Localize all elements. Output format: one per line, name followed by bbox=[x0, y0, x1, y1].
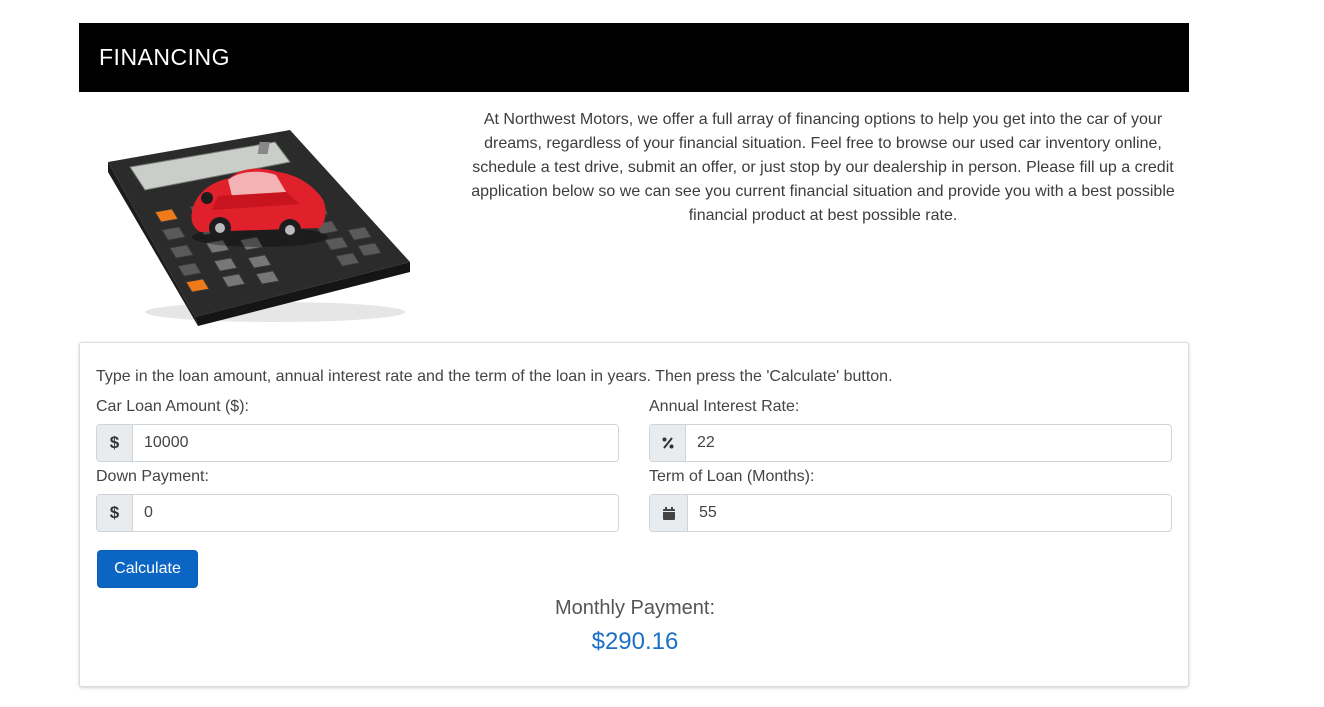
down-payment-label: Down Payment: bbox=[96, 468, 209, 485]
calculate-button[interactable]: Calculate bbox=[97, 550, 198, 588]
dollar-icon: $ bbox=[97, 425, 133, 461]
loan-amount-label: Car Loan Amount ($): bbox=[96, 398, 249, 415]
monthly-payment-label: Monthly Payment: bbox=[554, 597, 716, 619]
loan-amount-field: Car Loan Amount ($): $ bbox=[96, 398, 619, 462]
loan-term-label: Term of Loan (Months): bbox=[649, 468, 815, 485]
calculator-car-image bbox=[108, 130, 410, 326]
page-title: FINANCING bbox=[99, 44, 230, 70]
calculator-instructions: Type in the loan amount, annual interest… bbox=[96, 368, 893, 385]
dollar-icon: $ bbox=[97, 495, 133, 531]
down-payment-group: $ bbox=[96, 494, 619, 532]
loan-amount-group: $ bbox=[96, 424, 619, 462]
percent-icon bbox=[650, 425, 686, 461]
loan-term-field: Term of Loan (Months): bbox=[649, 468, 1172, 532]
loan-term-group bbox=[649, 494, 1172, 532]
interest-rate-input[interactable] bbox=[686, 425, 1171, 461]
down-payment-input[interactable] bbox=[133, 495, 618, 531]
loan-amount-input[interactable] bbox=[133, 425, 618, 461]
interest-rate-field: Annual Interest Rate: bbox=[649, 398, 1172, 462]
page-header: FINANCING bbox=[79, 23, 1189, 92]
loan-term-input[interactable] bbox=[688, 495, 1171, 531]
down-payment-field: Down Payment: $ bbox=[96, 468, 619, 532]
monthly-payment-value: $290.16 bbox=[591, 628, 679, 655]
intro-text: At Northwest Motors, we offer a full arr… bbox=[471, 111, 1175, 224]
interest-rate-label: Annual Interest Rate: bbox=[649, 398, 800, 415]
interest-rate-group bbox=[649, 424, 1172, 462]
calendar-icon bbox=[650, 495, 688, 531]
loan-calculator-card: Type in the loan amount, annual interest… bbox=[79, 342, 1189, 687]
